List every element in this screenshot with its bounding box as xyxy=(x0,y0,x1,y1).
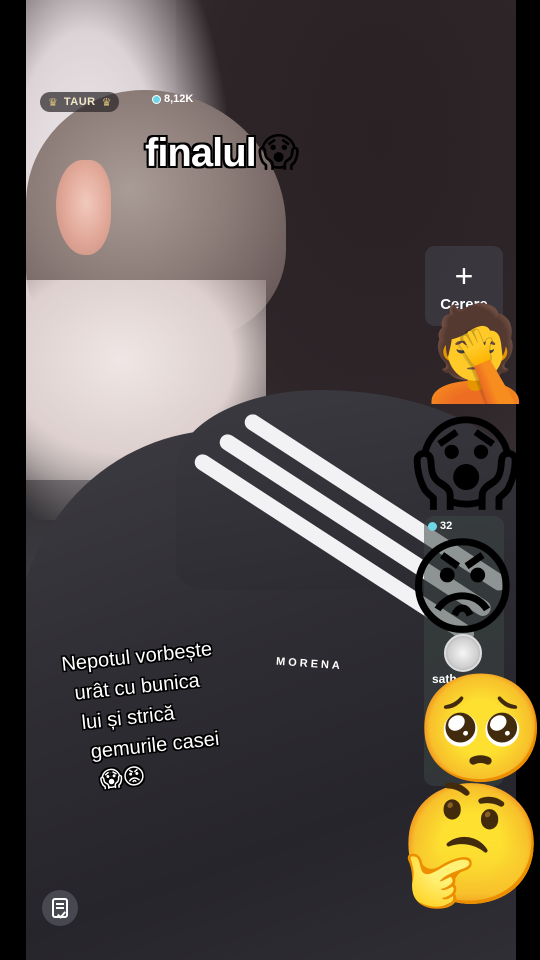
viewer-icon xyxy=(152,94,161,104)
video-caption: Nepotul vorbește urât cu bunica lui și s… xyxy=(60,634,226,799)
left-letterbox xyxy=(0,0,26,960)
plus-icon: + xyxy=(454,257,474,294)
screaming-emoji: 😱 xyxy=(412,403,521,525)
viewer-count-value: 8,12K xyxy=(164,93,194,105)
title-text: finalul xyxy=(145,130,257,175)
viewer-count: 8,12K xyxy=(152,93,193,105)
document-check-icon xyxy=(52,898,68,918)
pleading-emoji: 🥺 xyxy=(415,667,540,790)
thinking-emoji: 🤔 xyxy=(398,775,540,913)
facepalm-emoji: 🤦 xyxy=(418,300,533,407)
person-ear xyxy=(56,160,111,255)
angry-emoji: 😡 xyxy=(406,526,519,651)
document-button[interactable] xyxy=(42,890,78,926)
title-emoji: 😱 xyxy=(257,130,300,176)
streamer-badge[interactable]: ♛ TAUR ♛ xyxy=(40,92,120,112)
streamer-name: TAUR xyxy=(63,96,96,108)
crown-icon: ♛ xyxy=(48,96,58,109)
crown-icon: ♛ xyxy=(101,96,112,109)
video-title: finalul 😱 xyxy=(145,130,299,176)
